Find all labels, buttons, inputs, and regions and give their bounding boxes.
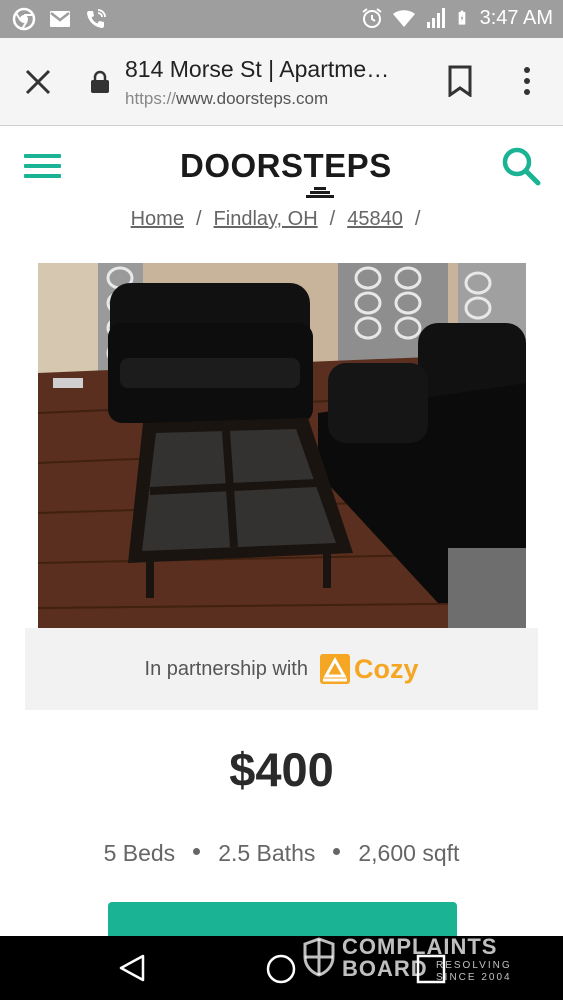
breadcrumb-separator: / [195,208,202,230]
url-scheme: https:// [125,89,177,108]
breadcrumb-separator: / [414,208,421,230]
watermark-line2: BOARD [342,956,428,981]
listing-photo[interactable] [38,263,526,629]
url-bar[interactable]: https://www.doorsteps.com [125,89,328,109]
gmail-icon [50,11,70,27]
battery-icon [458,10,465,25]
overflow-menu-icon[interactable] [515,64,539,98]
status-time: 3:47 AM [479,6,553,29]
back-icon[interactable] [117,953,147,983]
close-icon[interactable] [22,66,54,98]
search-icon[interactable] [500,145,542,187]
bookmark-icon[interactable] [447,65,473,97]
sqft-size: 2,600 sqft [358,840,460,866]
logo-steps-mark [306,187,334,198]
home-icon[interactable] [266,954,296,984]
url-host: www.doorsteps.com [176,89,329,108]
lock-icon[interactable] [90,70,110,94]
bullet-separator [333,848,341,855]
watermark-sub2: SINCE 2004 [436,972,512,983]
living-room-photo [38,263,526,629]
breadcrumb-city[interactable]: Findlay, OH [214,208,318,230]
breadcrumb-home[interactable]: Home [131,208,184,230]
cozy-logo-icon [319,654,350,684]
bullet-separator [193,848,201,855]
phone-call-icon [87,9,106,28]
status-bar: 3:47 AM [0,0,563,38]
cozy-logo[interactable]: Cozy [319,653,419,685]
cozy-brand: Cozy [353,653,419,684]
listing-details: 5 Beds 2.5 Baths 2,600 sqft [0,840,563,867]
chrome-icon [12,7,36,31]
baths-count: 2.5 Baths [218,840,316,866]
site-header: DOORSTEPS [0,127,563,205]
complaintsboard-watermark: COMPLAINTS BOARD RESOLVING SINCE 2004 [300,934,520,984]
page-title[interactable]: 814 Morse St | Apartme… [125,56,415,83]
listing-price: $400 [229,743,334,796]
signal-icon [426,8,445,28]
partnership-banner: In partnership with Cozy [25,628,538,710]
partner-text: In partnership with [144,657,308,680]
shield-icon [303,937,335,977]
watermark-sub1: RESOLVING [436,960,512,971]
breadcrumb-zip[interactable]: 45840 [347,208,403,230]
wifi-icon [392,10,415,27]
logo-text: DOORSTEPS [180,147,392,184]
alarm-icon [362,8,382,28]
hamburger-menu-icon[interactable] [24,154,61,178]
breadcrumb: Home / Findlay, OH / 45840 / [0,208,563,231]
browser-toolbar: 814 Morse St | Apartme… https://www.door… [0,38,563,126]
beds-count: 5 Beds [103,840,176,866]
breadcrumb-separator: / [329,208,336,230]
site-logo[interactable]: DOORSTEPS [180,147,391,198]
